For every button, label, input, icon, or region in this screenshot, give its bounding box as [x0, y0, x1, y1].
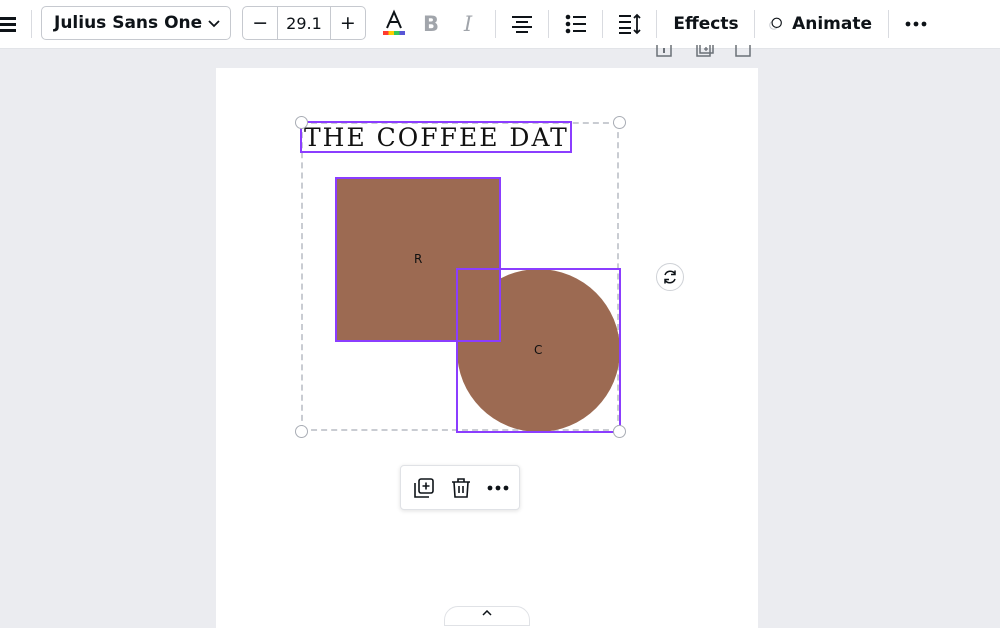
increase-font-size-button[interactable]: +: [331, 7, 365, 39]
toolbar-divider: [31, 10, 32, 38]
editor-toolbar: Julius Sans One − 29.1 + B I Effects Ani…: [0, 0, 1000, 49]
animate-button[interactable]: Animate: [768, 0, 872, 48]
rotate-button[interactable]: [656, 263, 684, 291]
toolbar-divider: [656, 10, 657, 38]
animate-icon: [769, 17, 782, 30]
page-lock-icon[interactable]: [656, 44, 672, 58]
font-size-input[interactable]: 29.1: [277, 7, 331, 39]
toolbar-divider: [548, 10, 549, 38]
more-icon: [905, 21, 927, 27]
italic-button[interactable]: I: [455, 0, 481, 48]
align-center-icon: [512, 16, 532, 33]
spacing-button[interactable]: [616, 0, 644, 48]
duplicate-button[interactable]: [410, 474, 438, 502]
square-shape-label: R: [414, 252, 423, 266]
font-family-select[interactable]: Julius Sans One: [41, 6, 231, 40]
resize-handle-bottom-right[interactable]: [613, 425, 626, 438]
bold-button[interactable]: B: [418, 0, 444, 48]
chevron-down-icon: [207, 15, 221, 35]
align-button[interactable]: [508, 0, 536, 48]
list-icon: [565, 14, 586, 34]
toolbar-divider: [602, 10, 603, 38]
hamburger-icon[interactable]: [0, 0, 16, 48]
element-context-toolbar: [400, 465, 520, 510]
resize-handle-top-left[interactable]: [295, 116, 308, 129]
delete-button[interactable]: [447, 474, 475, 502]
page-add-icon[interactable]: [735, 44, 751, 58]
page-duplicate-icon[interactable]: [696, 44, 714, 58]
toolbar-divider: [888, 10, 889, 38]
toolbar-divider: [495, 10, 496, 38]
circle-shape-label: C: [534, 343, 543, 357]
font-family-value: Julius Sans One: [54, 13, 203, 33]
title-text-box[interactable]: THE COFFEE DATE- T: [300, 121, 572, 153]
line-spacing-icon: [619, 13, 641, 35]
rotate-icon: [664, 270, 676, 284]
trash-icon: [452, 478, 470, 498]
font-size-stepper: − 29.1 +: [242, 6, 366, 40]
text-color-button[interactable]: [380, 0, 408, 48]
effects-button[interactable]: Effects: [670, 0, 742, 48]
list-button[interactable]: [562, 0, 590, 48]
text-color-icon: [383, 9, 405, 35]
decrease-font-size-button[interactable]: −: [243, 7, 277, 39]
animate-label: Animate: [792, 14, 872, 34]
more-icon: [487, 485, 509, 491]
resize-handle-top-right[interactable]: [613, 116, 626, 129]
toolbar-divider: [754, 10, 755, 38]
resize-handle-bottom-left[interactable]: [295, 425, 308, 438]
chevron-up-icon: [482, 610, 492, 616]
duplicate-icon: [414, 478, 434, 498]
page-panel-toggle[interactable]: [444, 606, 530, 626]
more-options-button[interactable]: [902, 0, 930, 48]
context-more-button[interactable]: [484, 474, 512, 502]
